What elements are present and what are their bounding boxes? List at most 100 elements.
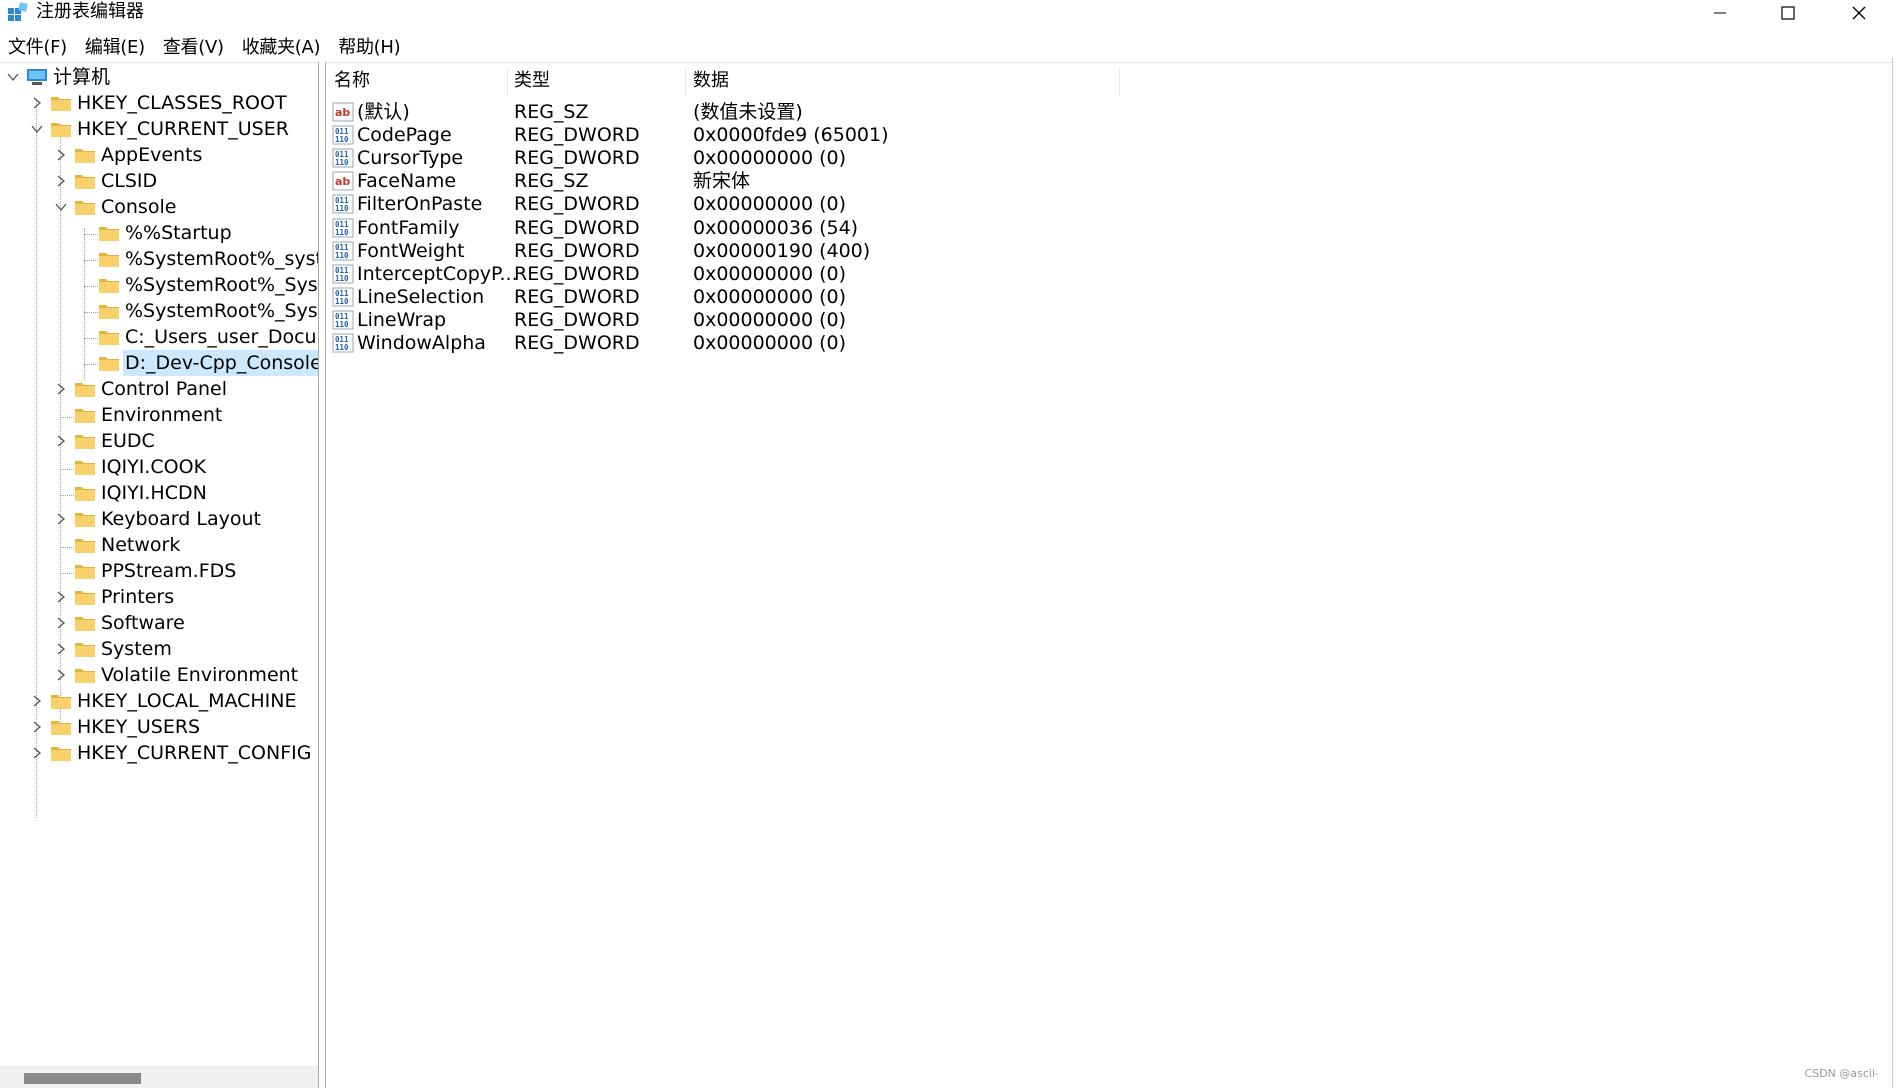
tree-item-printers[interactable]: Printers [0, 584, 318, 610]
tree-item-label: Printers [101, 586, 175, 608]
folder-icon [75, 513, 95, 527]
title-bar: 注册表编辑器 [0, 0, 1897, 26]
chevron-right-icon[interactable] [54, 382, 68, 396]
tree-item-label: Console [101, 196, 177, 218]
menu-file[interactable]: 文件(F) [0, 34, 77, 62]
dword-value-icon: 011110 [332, 241, 354, 261]
column-header-data[interactable]: 数据 [693, 68, 729, 94]
folder-icon [75, 175, 95, 189]
folder-icon [75, 539, 95, 553]
chevron-right-icon[interactable] [54, 642, 68, 656]
tree-pane[interactable]: 计算机 HKEY_CLASSES_ROOT HKEY_CURRENT_USER App… [0, 64, 318, 1088]
chevron-right-icon[interactable] [30, 746, 44, 760]
watermark: CSDN @ascii- [1804, 1067, 1879, 1080]
tree-item-volatile-environment[interactable]: Volatile Environment [0, 662, 318, 688]
tree-item-label: CLSID [101, 170, 158, 192]
menu-edit[interactable]: 编辑(E) [77, 34, 155, 62]
tree-item-eudc[interactable]: EUDC [0, 428, 318, 454]
chevron-right-icon[interactable] [54, 434, 68, 448]
tree-item-console-subkey[interactable]: D:_Dev-Cpp_ConsoleP [0, 350, 318, 376]
tree-item-hklm[interactable]: HKEY_LOCAL_MACHINE [0, 688, 318, 714]
chevron-right-icon[interactable] [30, 694, 44, 708]
tree-item-console[interactable]: Console [0, 194, 318, 220]
chevron-right-icon[interactable] [54, 148, 68, 162]
tree-item-label: %%Startup [125, 222, 232, 244]
dword-value-icon: 011110 [332, 333, 354, 353]
string-value-icon: ab [332, 102, 354, 122]
tree-item-label: %SystemRoot%_syster [125, 248, 318, 270]
pane-splitter[interactable] [318, 62, 326, 1088]
chevron-right-icon[interactable] [54, 512, 68, 526]
value-list-pane[interactable]: 名称 类型 数据 ab (默认) REG_SZ (数值未设置) 011 110 CodePa… [327, 64, 1892, 1088]
chevron-down-icon[interactable] [6, 70, 20, 84]
folder-icon [51, 695, 71, 709]
tree-item-label: Volatile Environment [101, 664, 299, 686]
tree-item-hkcr[interactable]: HKEY_CLASSES_ROOT [0, 90, 318, 116]
value-data: 0x00000000 (0) [693, 332, 846, 354]
folder-icon [75, 409, 95, 423]
tree-item-system[interactable]: System [0, 636, 318, 662]
tree-item-console-subkey[interactable]: %SystemRoot%_Syster [0, 272, 318, 298]
tree-item-environment[interactable]: Environment [0, 402, 318, 428]
tree-item-computer[interactable]: 计算机 [0, 64, 318, 90]
frame-divider [0, 62, 1893, 63]
tree-item-console-subkey[interactable]: %%Startup [0, 220, 318, 246]
tree-item-appevents[interactable]: AppEvents [0, 142, 318, 168]
maximize-icon [1781, 6, 1795, 20]
tree-item-label: HKEY_LOCAL_MACHINE [77, 690, 297, 712]
folder-icon [99, 227, 119, 241]
close-button[interactable] [1827, 0, 1891, 26]
tree-item-label: C:_Users_user_Docume [125, 326, 318, 348]
chevron-down-icon[interactable] [30, 122, 44, 136]
minimize-button[interactable] [1688, 0, 1752, 26]
tree-item-clsid[interactable]: CLSID [0, 168, 318, 194]
column-header-name[interactable]: 名称 [334, 68, 370, 94]
tree-item-iqiyi-cook[interactable]: IQIYI.COOK [0, 454, 318, 480]
tree-item-control-panel[interactable]: Control Panel [0, 376, 318, 402]
column-separator[interactable] [1119, 68, 1120, 96]
list-row[interactable]: 011 110 WindowAlpha REG_DWORD 0x00000000 (0) [327, 329, 1227, 357]
string-value-icon: ab [332, 171, 354, 191]
window-border [1892, 58, 1893, 1088]
tree-item-label: Network [101, 534, 181, 556]
svg-text:110: 110 [335, 158, 349, 167]
svg-text:110: 110 [335, 320, 349, 329]
column-header-type[interactable]: 类型 [514, 68, 550, 94]
folder-icon [75, 591, 95, 605]
menu-favorites[interactable]: 收藏夹(A) [234, 34, 331, 62]
folder-icon [75, 149, 95, 163]
tree-scrollbar-thumb[interactable] [24, 1073, 141, 1084]
tree-item-label: %SystemRoot%_SysWo [125, 300, 318, 322]
chevron-right-icon[interactable] [54, 616, 68, 630]
tree-item-hkcc[interactable]: HKEY_CURRENT_CONFIG [0, 740, 318, 766]
folder-icon [51, 747, 71, 761]
minimize-icon [1714, 12, 1726, 14]
dword-value-icon: 011110 [332, 264, 354, 284]
tree-item-software[interactable]: Software [0, 610, 318, 636]
chevron-right-icon[interactable] [54, 668, 68, 682]
tree-item-console-subkey[interactable]: %SystemRoot%_SysWo [0, 298, 318, 324]
menu-view[interactable]: 查看(V) [155, 34, 234, 62]
tree-item-ppstream-fds[interactable]: PPStream.FDS [0, 558, 318, 584]
maximize-button[interactable] [1756, 0, 1820, 26]
chevron-right-icon[interactable] [30, 720, 44, 734]
tree-item-network[interactable]: Network [0, 532, 318, 558]
tree-item-console-subkey[interactable]: C:_Users_user_Docume [0, 324, 318, 350]
tree-item-label: System [101, 638, 172, 660]
tree-item-console-subkey[interactable]: %SystemRoot%_syster [0, 246, 318, 272]
chevron-right-icon[interactable] [54, 590, 68, 604]
tree-item-label: 计算机 [53, 66, 111, 88]
chevron-down-icon[interactable] [54, 200, 68, 214]
column-separator[interactable] [685, 68, 686, 96]
svg-text:110: 110 [335, 251, 349, 260]
chevron-right-icon[interactable] [54, 174, 68, 188]
chevron-right-icon[interactable] [30, 96, 44, 110]
close-icon [1852, 6, 1866, 20]
column-separator[interactable] [507, 68, 508, 96]
tree-item-iqiyi-hcdn[interactable]: IQIYI.HCDN [0, 480, 318, 506]
menu-help[interactable]: 帮助(H) [330, 34, 410, 62]
svg-text:110: 110 [335, 274, 349, 283]
tree-item-hkcu[interactable]: HKEY_CURRENT_USER [0, 116, 318, 142]
tree-item-keyboard-layout[interactable]: Keyboard Layout [0, 506, 318, 532]
tree-item-hku[interactable]: HKEY_USERS [0, 714, 318, 740]
